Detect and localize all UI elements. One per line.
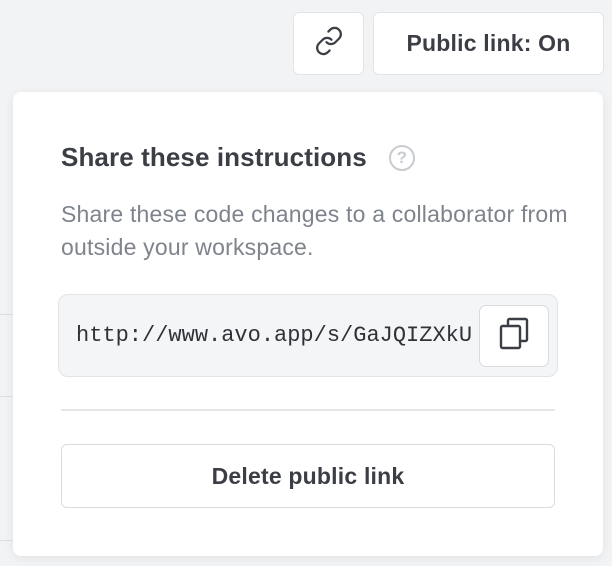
share-page: Public link: On Share these instructions…	[0, 0, 612, 566]
delete-public-link-button[interactable]: Delete public link	[61, 444, 555, 508]
copy-icon	[497, 316, 531, 357]
copy-link-button[interactable]	[293, 12, 364, 75]
share-popover: Share these instructions ? Share these c…	[13, 92, 603, 556]
background-divider	[0, 540, 14, 541]
question-circle-icon[interactable]: ?	[388, 144, 415, 171]
popover-header: Share these instructions ?	[61, 142, 415, 173]
popover-divider	[61, 409, 555, 411]
share-url-text[interactable]: http://www.avo.app/s/GaJQIZXkU	[76, 323, 472, 348]
public-link-toggle-button[interactable]: Public link: On	[373, 12, 604, 75]
background-divider	[0, 396, 14, 397]
share-url-field[interactable]: http://www.avo.app/s/GaJQIZXkU	[58, 294, 558, 377]
popover-title: Share these instructions	[61, 142, 367, 172]
copy-url-button[interactable]	[479, 305, 549, 367]
popover-description: Share these code changes to a collaborat…	[61, 201, 568, 260]
link-icon	[314, 26, 344, 61]
background-divider	[0, 314, 14, 315]
